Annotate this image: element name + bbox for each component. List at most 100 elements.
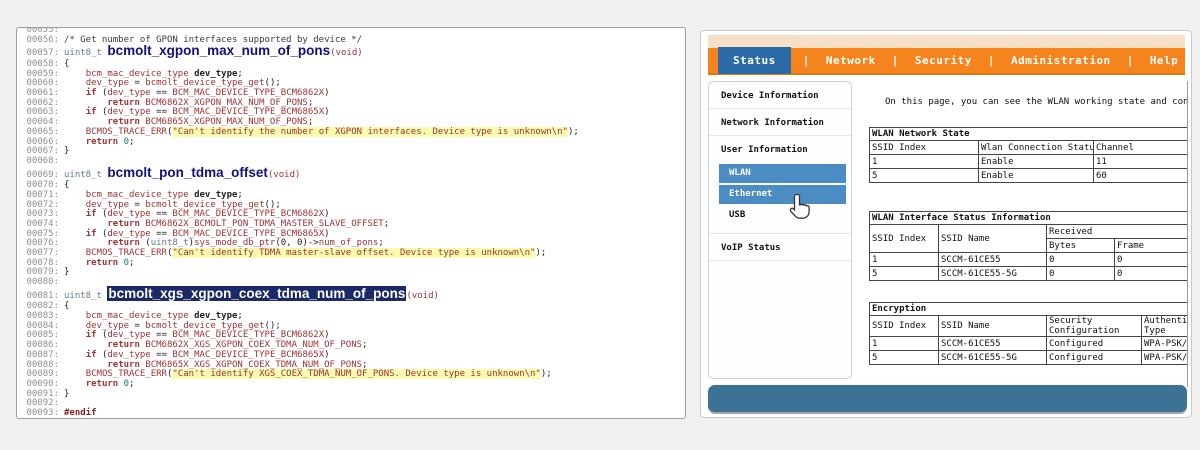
table-cell: Enable xyxy=(979,169,1094,183)
sidebar-item-user-information[interactable]: User Information xyxy=(709,136,851,162)
code-token: ; xyxy=(129,258,134,268)
code-token: BCM_MAC_DEVICE_TYPE_BCM6862X xyxy=(172,330,324,340)
table-cell: 1 xyxy=(870,253,939,267)
code-token: BCM6862X_BCMOLT_PON_TDMA_MASTER_SLAVE_OF… xyxy=(145,219,383,229)
nav-tab-network[interactable]: Network xyxy=(822,54,880,67)
code-token: ) xyxy=(324,350,329,360)
code-token: dev_type xyxy=(194,311,237,321)
code-token: { xyxy=(64,180,69,190)
code-token: ) xyxy=(324,107,329,117)
page: 00055:00056:/* Get number of GPON interf… xyxy=(0,0,1200,450)
code-token: sys_mode_db_ptr xyxy=(194,238,275,248)
nav-separator: | xyxy=(1127,54,1134,67)
table-row: 5Enable60 xyxy=(870,169,1188,183)
code-line: 00057:uint8_t bcmolt_xgpon_max_num_of_po… xyxy=(26,45,685,60)
table-cell: Enable xyxy=(979,155,1094,169)
column-header: Wlan Connection Status xyxy=(979,141,1094,155)
code-token: BCM_MAC_DEVICE_TYPE_BCM6862X xyxy=(172,88,324,98)
code-token: ) xyxy=(324,88,329,98)
code-token: ); xyxy=(541,369,552,379)
sidebar-item-device-information[interactable]: Device Information xyxy=(709,82,851,109)
code-token: BCM6862X_XGS_XGPON_COEX_TDMA_NUM_OF_PONS xyxy=(145,340,362,350)
table-cell: Configured xyxy=(1047,351,1142,365)
code-token: dev_type xyxy=(107,88,150,98)
code-line: 00078: return 0; xyxy=(26,259,685,269)
table-cell: 5 xyxy=(870,267,939,281)
code-token: BCM_MAC_DEVICE_TYPE_BCM6862X xyxy=(172,209,324,219)
line-number: 00080: xyxy=(26,278,59,288)
wlan-network-state-table: WLAN Network State SSID Index Wlan Conne… xyxy=(869,127,1188,183)
table-cell: WPA-PSK/WPA2-PSK xyxy=(1142,351,1189,365)
code-token: ; xyxy=(237,69,242,79)
code-token: "Can't identify TDMA master-slave offset… xyxy=(172,248,535,258)
table-cell: 5 xyxy=(870,169,979,183)
column-header: SSID Name xyxy=(939,225,1047,253)
table-title: Encryption xyxy=(870,303,1189,316)
code-token: dev_type xyxy=(194,69,237,79)
nav-tab-administration[interactable]: Administration xyxy=(1007,54,1115,67)
code-line: 00093:#endif xyxy=(26,409,685,419)
table-row: 1SCCM-61CE5500 xyxy=(870,253,1188,267)
column-header: Security Configuration xyxy=(1047,316,1142,337)
sidebar-item-voip-status[interactable]: VoIP Status xyxy=(709,234,851,261)
sidebar-subitem-usb[interactable]: USB xyxy=(719,207,846,223)
table-cell: 60 xyxy=(1094,169,1188,183)
nav-tab-status[interactable]: Status xyxy=(718,47,791,74)
code-line: 00066: return 0; xyxy=(26,138,685,148)
code-token: BCMOS_TRACE_ERR xyxy=(86,127,167,137)
code-token: (void) xyxy=(268,170,301,180)
code-line: 00091:} xyxy=(26,390,685,400)
code-token: "Can't identify the number of XGPON inte… xyxy=(172,127,568,137)
code-token xyxy=(64,117,107,127)
code-token: ; xyxy=(237,190,242,200)
code-token: if xyxy=(86,88,97,98)
code-token: bcm_mac_device_type xyxy=(86,69,189,79)
table-row: 1Enable11 xyxy=(870,155,1188,169)
code-token: return xyxy=(107,117,140,127)
code-token: { xyxy=(64,59,69,69)
sidebar-item-network-information[interactable]: Network Information xyxy=(709,109,851,136)
function-name: bcmolt_pon_tdma_offset xyxy=(107,165,268,180)
code-viewer-panel: 00055:00056:/* Get number of GPON interf… xyxy=(16,27,686,419)
code-token: uint8_t xyxy=(151,238,189,248)
table-cell: 0 xyxy=(1047,253,1115,267)
code-token: == xyxy=(151,209,173,219)
code-token xyxy=(64,330,86,340)
table-cell: 11 xyxy=(1094,155,1188,169)
code-token: ; xyxy=(378,238,383,248)
code-token: dev_type xyxy=(194,190,237,200)
code-token: "Can't identify XGS_COEX_TDMA_NUM_OF_PON… xyxy=(172,369,540,379)
table-row: 5SCCM-61CE55-5GConfiguredWPA-PSK/WPA2-PS… xyxy=(870,351,1189,365)
line-number: 00093: xyxy=(26,409,59,419)
table-cell: 0 xyxy=(1115,267,1188,281)
code-line: 00079:} xyxy=(26,268,685,278)
code-token: == xyxy=(151,330,173,340)
code-line: 00069:uint8_t bcmolt_pon_tdma_offset(voi… xyxy=(26,167,685,182)
code-token: ( xyxy=(140,238,151,248)
code-token: return xyxy=(107,238,140,248)
code-token xyxy=(64,219,107,229)
code-token: == xyxy=(151,350,173,360)
table-cell: Configured xyxy=(1047,337,1142,351)
nav-separator: | xyxy=(803,54,810,67)
code-token: dev_type xyxy=(107,350,150,360)
code-token: ( xyxy=(97,229,108,239)
sidebar-subitem-wlan[interactable]: WLAN xyxy=(719,164,846,183)
column-header: SSID Index xyxy=(870,225,939,253)
sidebar-subitem-ethernet[interactable]: Ethernet xyxy=(719,185,846,204)
code-token xyxy=(64,360,107,370)
code-token xyxy=(64,127,86,137)
code-token: num_of_pons xyxy=(319,238,379,248)
code-line: 00067:} xyxy=(26,147,685,157)
table-title: WLAN Interface Status Information xyxy=(870,212,1188,225)
nav-tab-help[interactable]: Help xyxy=(1146,54,1183,67)
nav-tab-security[interactable]: Security xyxy=(911,54,976,67)
mouse-cursor-hand-icon xyxy=(789,193,813,221)
code-token xyxy=(64,190,86,200)
code-token: dev_type xyxy=(107,107,150,117)
code-token: bcm_mac_device_type xyxy=(86,311,189,321)
code-token: uint8_t xyxy=(64,48,107,58)
code-token: ; xyxy=(129,379,134,389)
code-token: bcmolt_device_type_get xyxy=(145,78,264,88)
table-row: 5SCCM-61CE55-5G00 xyxy=(870,267,1188,281)
